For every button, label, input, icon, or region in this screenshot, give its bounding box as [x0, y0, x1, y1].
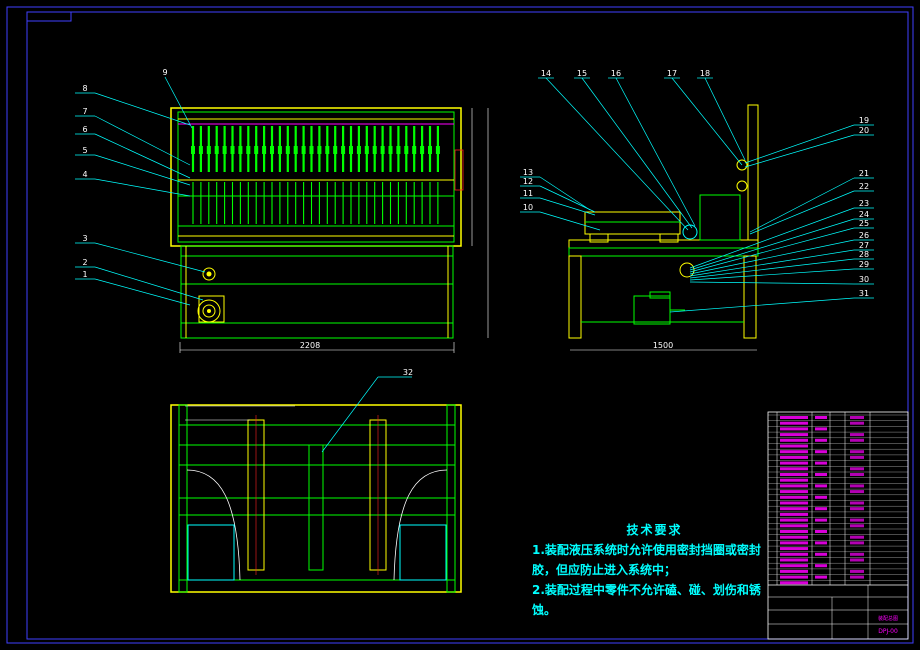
drawing-name: 装配总图	[878, 615, 898, 622]
callout-label: 23	[859, 199, 869, 208]
callout-label: 5	[82, 146, 87, 155]
callout-17: 17	[664, 69, 743, 166]
callout-label: 7	[82, 107, 87, 116]
callout-14: 14	[538, 69, 689, 231]
callout-label: 9	[162, 68, 167, 77]
callout-30: 30	[689, 275, 874, 285]
callout-label: 25	[859, 219, 869, 228]
callout-label: 19	[859, 116, 869, 125]
top-view	[170, 404, 462, 593]
callout-label: 14	[541, 69, 551, 78]
callout-label: 32	[403, 368, 413, 377]
callout-20: 20	[744, 126, 874, 168]
dim-front-width: 2208	[300, 341, 320, 350]
callout-18: 18	[697, 69, 746, 161]
notes-title: 技术要求	[626, 523, 683, 537]
callout-label: 1	[82, 270, 87, 279]
callout-4: 4	[75, 170, 191, 197]
callout-label: 2	[82, 258, 87, 267]
drawing-number: DPJ-00	[878, 628, 898, 635]
callout-8: 8	[75, 84, 191, 126]
callout-16: 16	[608, 69, 696, 227]
notes-line-4: 蚀。	[532, 603, 557, 617]
callout-label: 22	[859, 182, 869, 191]
callout-31: 31	[669, 289, 874, 313]
callout-label: 26	[859, 231, 869, 240]
inner-border	[26, 11, 909, 640]
callout-25: 25	[689, 219, 874, 273]
callout-15: 15	[574, 69, 693, 229]
callout-7: 7	[75, 107, 191, 166]
callout-9: 9	[162, 68, 193, 129]
assembly-drawing: 2208 1500 1234567891011121314 15 16 17 1…	[6, 6, 914, 644]
dim-side-width: 1500	[653, 341, 673, 350]
notes-line-3: 2.装配过程中零件不允许磕、碰、划伤和锈	[532, 583, 761, 597]
callout-23: 23	[689, 199, 874, 269]
callout-10: 10	[520, 203, 601, 231]
callout-label: 13	[523, 168, 533, 177]
callout-label: 12	[523, 177, 533, 186]
callout-19: 19	[744, 116, 874, 164]
callout-label: 11	[523, 189, 533, 198]
callout-32: 32	[321, 368, 413, 453]
callout-1: 1	[75, 270, 191, 306]
callout-label: 18	[700, 69, 710, 78]
callout-label: 4	[82, 170, 87, 179]
callout-label: 21	[859, 169, 869, 178]
callout-label: 30	[859, 275, 869, 284]
front-view	[170, 107, 489, 353]
callout-29: 29	[689, 260, 874, 281]
corner-tag	[26, 11, 72, 22]
notes-line-2: 胶，但应防止进入系统中；	[532, 563, 677, 577]
callout-label: 3	[82, 234, 87, 243]
title-block: 装配总图 DPJ-00	[767, 411, 909, 640]
callout-label: 31	[859, 289, 869, 298]
callout-label: 10	[523, 203, 533, 212]
callout-label: 8	[82, 84, 87, 93]
callout-6: 6	[75, 125, 191, 179]
callout-21: 21	[749, 169, 874, 233]
callout-label: 20	[859, 126, 869, 135]
side-view	[568, 104, 759, 351]
technical-requirements: 技术要求 1.装配液压系统时允许使用密封挡圈或密封 胶，但应防止进入系统中； 2…	[532, 520, 767, 620]
callout-27: 27	[689, 241, 874, 277]
notes-line-1: 1.装配液压系统时允许使用密封挡圈或密封	[532, 543, 761, 557]
callout-label: 6	[82, 125, 87, 134]
callout-label: 28	[859, 250, 869, 259]
callout-label: 29	[859, 260, 869, 269]
callout-label: 24	[859, 210, 869, 219]
callout-label: 15	[577, 69, 587, 78]
callout-label: 16	[611, 69, 621, 78]
callout-label: 17	[667, 69, 677, 78]
callout-label: 27	[859, 241, 869, 250]
